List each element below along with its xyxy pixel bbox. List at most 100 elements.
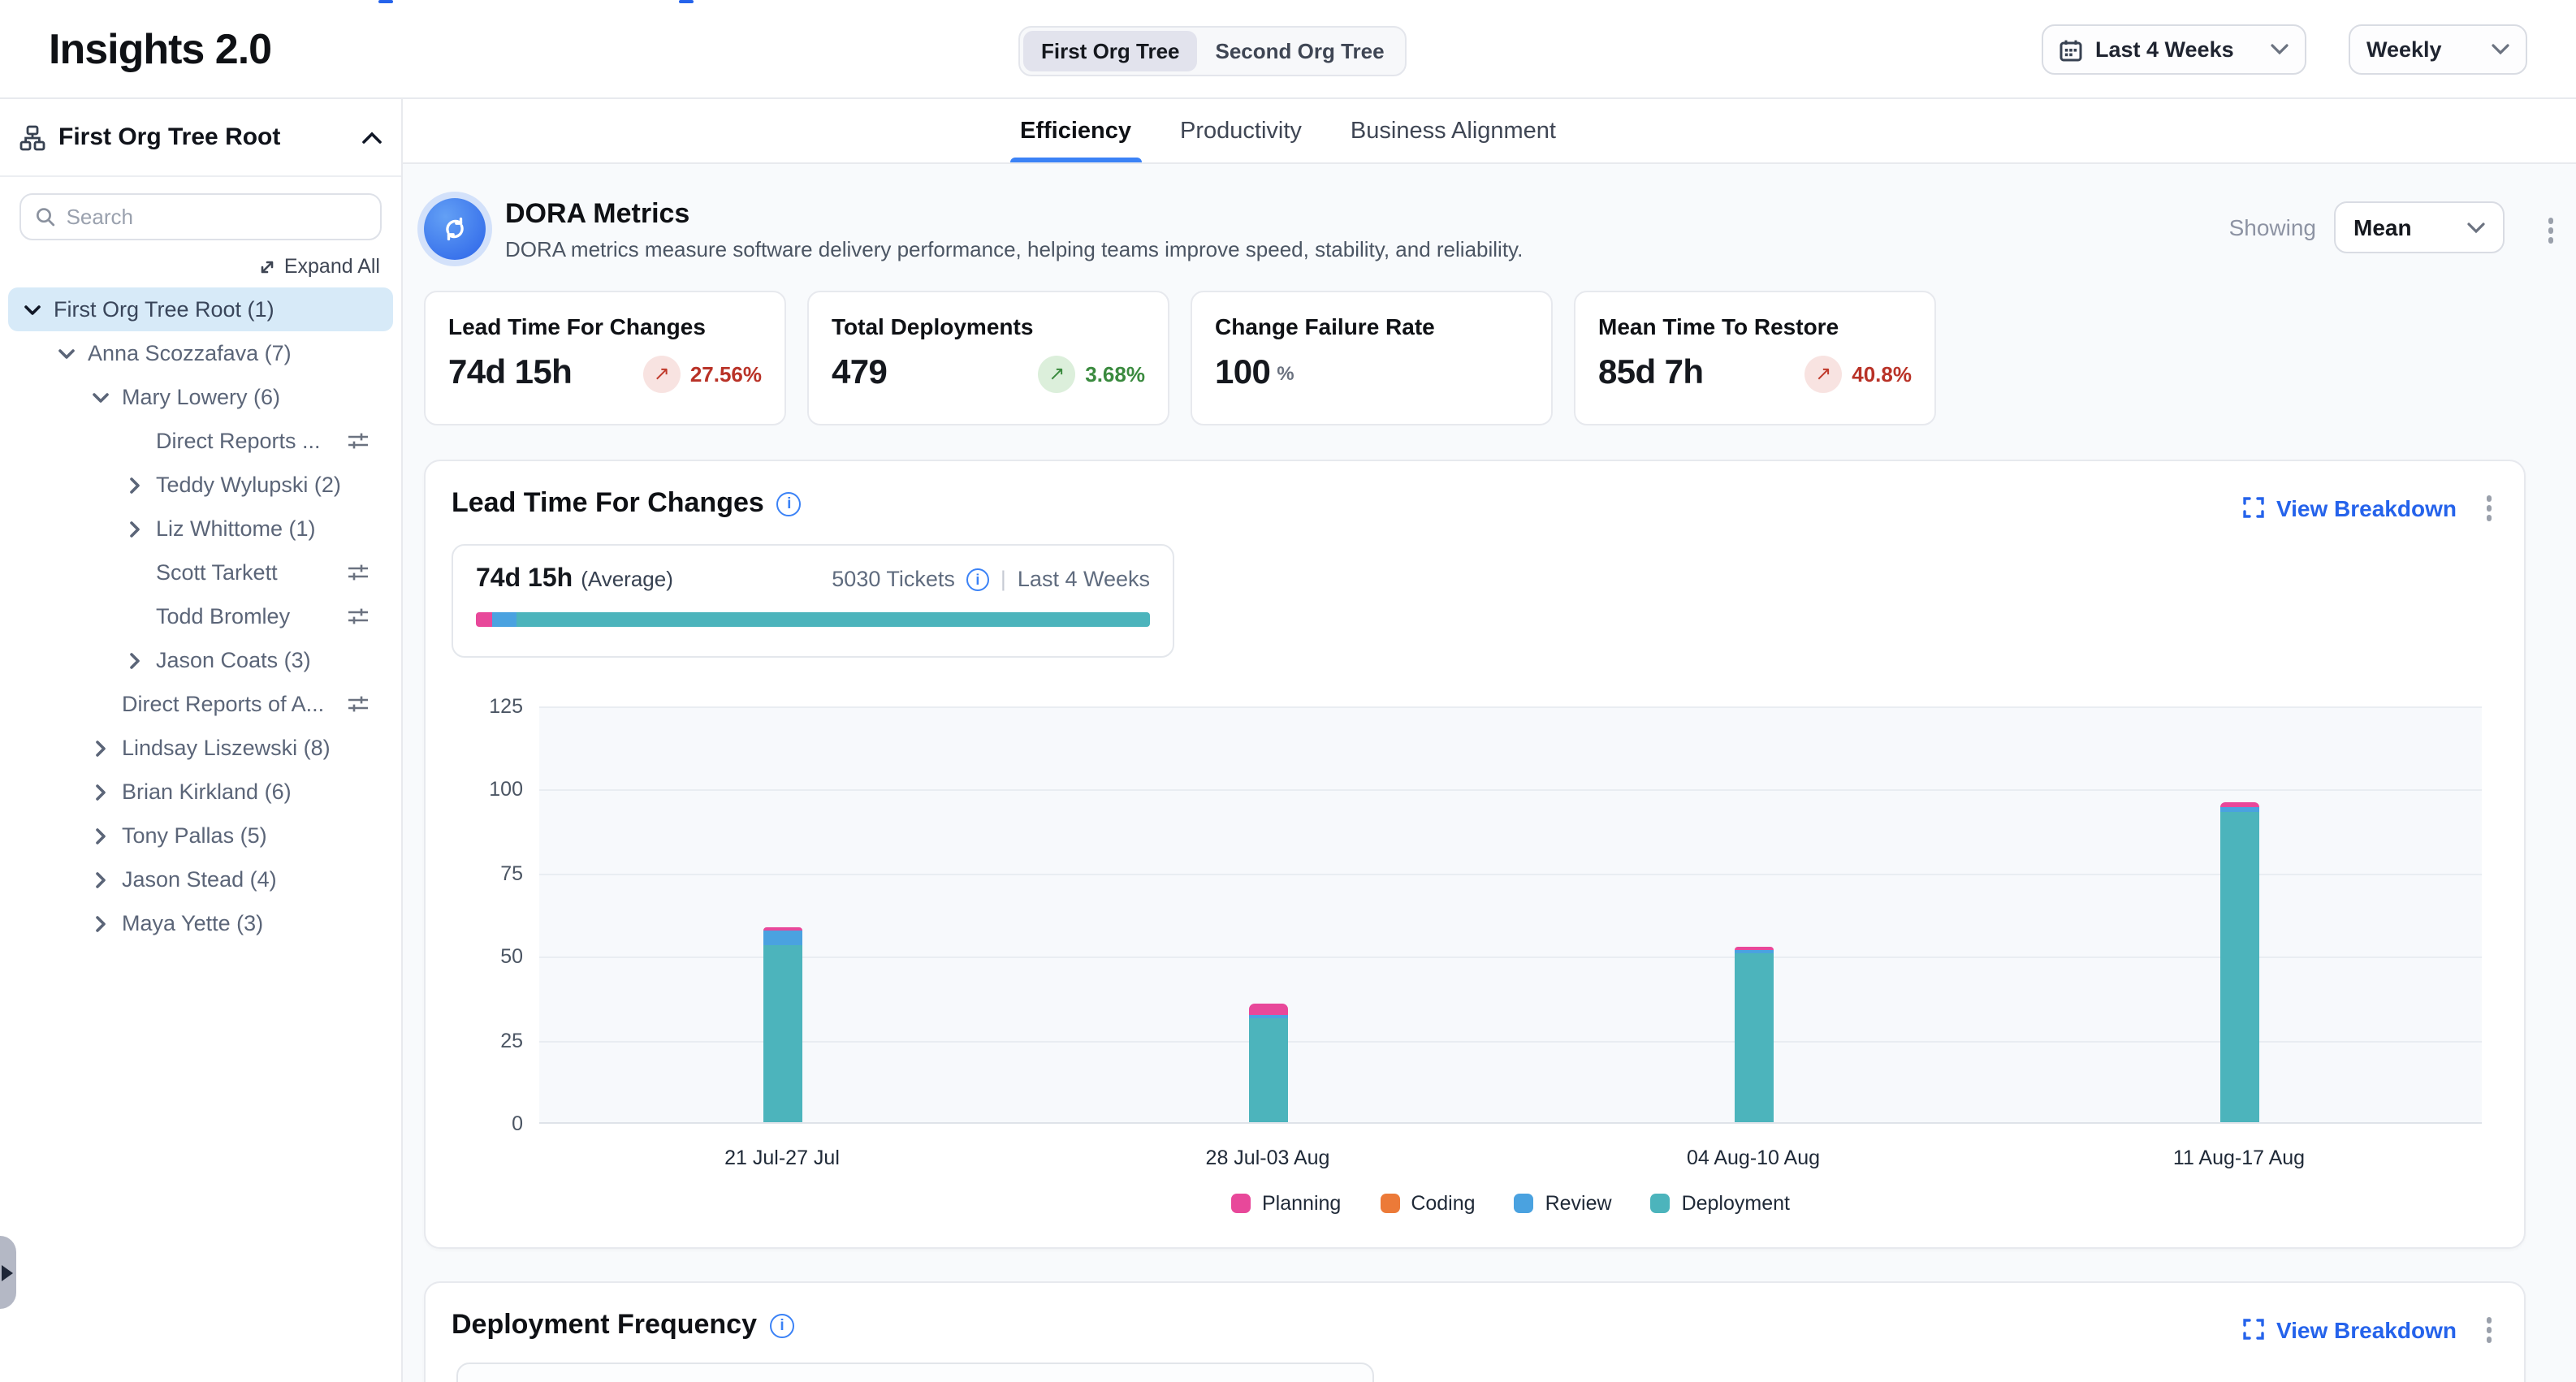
stacked-bar-21-jul-27-jul[interactable] bbox=[763, 928, 802, 1122]
tree-item-scott-tarkett[interactable]: Scott Tarkett bbox=[8, 551, 393, 594]
gridline bbox=[539, 706, 2482, 708]
tree-item-direct-reports-of-a[interactable]: Direct Reports of A... bbox=[8, 682, 393, 726]
bar-segment-deployment bbox=[1248, 1017, 1287, 1122]
org-tree: First Org Tree Root (1)Anna Scozzafava (… bbox=[0, 287, 401, 945]
expand-all-button[interactable]: Expand All bbox=[21, 255, 380, 278]
tree-item-liz-whittome-1[interactable]: Liz Whittome (1) bbox=[8, 507, 393, 551]
chevron-right-icon[interactable] bbox=[93, 784, 109, 800]
tree-item-label: Brian Kirkland (6) bbox=[122, 780, 292, 804]
granularity-dropdown[interactable]: Weekly bbox=[2349, 24, 2527, 75]
tree-item-label: Jason Coats (3) bbox=[156, 648, 311, 672]
tree-item-todd-bromley[interactable]: Todd Bromley bbox=[8, 594, 393, 638]
stacked-bar-28-jul-03-aug[interactable] bbox=[1248, 1004, 1287, 1122]
chevron-right-icon[interactable] bbox=[127, 520, 143, 537]
legend-swatch bbox=[1380, 1194, 1399, 1213]
metric-title: Mean Time To Restore bbox=[1598, 313, 1912, 339]
tab-productivity[interactable]: Productivity bbox=[1180, 99, 1302, 162]
metric-delta: 3.68% bbox=[1085, 361, 1145, 386]
chevron-right-icon[interactable] bbox=[93, 827, 109, 844]
chevron-down-icon[interactable] bbox=[24, 301, 41, 317]
chevron-right-icon[interactable] bbox=[127, 652, 143, 668]
date-range-dropdown[interactable]: Last 4 Weeks bbox=[2042, 24, 2306, 75]
info-icon[interactable]: i bbox=[777, 491, 802, 516]
caret-right-icon bbox=[2, 1264, 13, 1281]
info-icon[interactable]: i bbox=[966, 568, 989, 590]
metric-title: Change Failure Rate bbox=[1215, 313, 1528, 339]
tree-item-jason-coats-3[interactable]: Jason Coats (3) bbox=[8, 638, 393, 682]
showing-label: Showing bbox=[2229, 214, 2316, 240]
filter-sliders-icon[interactable] bbox=[346, 604, 370, 628]
view-breakdown-button[interactable]: View Breakdown bbox=[2244, 1317, 2457, 1343]
tree-item-tony-pallas-5[interactable]: Tony Pallas (5) bbox=[8, 814, 393, 857]
chevron-down-icon[interactable] bbox=[93, 389, 109, 405]
metric-value: 74d 15h bbox=[448, 354, 572, 393]
view-breakdown-label: View Breakdown bbox=[2276, 495, 2457, 521]
tree-item-label: Todd Bromley bbox=[156, 604, 290, 628]
lead-time-menu-button[interactable] bbox=[2479, 489, 2498, 527]
y-axis-tick-label: 100 bbox=[458, 779, 523, 801]
legend-item-review[interactable]: Review bbox=[1515, 1192, 1612, 1215]
tree-item-label: Jason Stead (4) bbox=[122, 867, 277, 892]
legend-item-planning[interactable]: Planning bbox=[1231, 1192, 1341, 1215]
lead-time-summary-card: 74d 15h (Average) 5030 Tickets i | Last … bbox=[452, 544, 1174, 658]
granularity-value: Weekly bbox=[2366, 37, 2442, 62]
collapse-chevron-up-icon[interactable] bbox=[362, 131, 382, 144]
sidebar-flyout-handle[interactable] bbox=[0, 1236, 16, 1309]
bar-segment-deployment bbox=[763, 945, 802, 1122]
gridline bbox=[539, 790, 2482, 792]
dora-menu-button[interactable] bbox=[2541, 211, 2560, 249]
chevron-right-icon[interactable] bbox=[93, 915, 109, 931]
chevron-right-icon[interactable] bbox=[93, 740, 109, 756]
tree-item-mary-lowery-6[interactable]: Mary Lowery (6) bbox=[8, 375, 393, 419]
org-tree-icon bbox=[19, 124, 45, 150]
metric-value: 85d 7h bbox=[1598, 354, 1703, 393]
tree-item-direct-reports[interactable]: Direct Reports ... bbox=[8, 419, 393, 463]
sidebar-search[interactable] bbox=[19, 193, 382, 240]
filter-sliders-icon[interactable] bbox=[346, 429, 370, 453]
org-toggle-first-org-tree[interactable]: First Org Tree bbox=[1023, 31, 1198, 71]
tree-item-label: Lindsay Liszewski (8) bbox=[122, 736, 331, 760]
metric-value: 100 bbox=[1215, 354, 1270, 393]
aggregation-dropdown[interactable]: Mean bbox=[2334, 201, 2505, 253]
stacked-bar-11-aug-17-aug[interactable] bbox=[2219, 803, 2258, 1122]
tab-business-alignment[interactable]: Business Alignment bbox=[1351, 99, 1556, 162]
gridline bbox=[539, 1040, 2482, 1042]
main-content: DORA Metrics DORA metrics measure softwa… bbox=[403, 164, 2576, 1382]
info-icon[interactable]: i bbox=[770, 1313, 794, 1337]
tree-item-jason-stead-4[interactable]: Jason Stead (4) bbox=[8, 857, 393, 901]
phase-distribution-bar bbox=[476, 612, 1150, 627]
main-tab-bar: Efficiency Productivity Business Alignment bbox=[403, 99, 2576, 164]
y-axis-tick-label: 125 bbox=[458, 695, 523, 718]
tree-item-first-org-tree-root-1[interactable]: First Org Tree Root (1) bbox=[8, 287, 393, 331]
date-range-value: Last 4 Weeks bbox=[2095, 37, 2234, 62]
chevron-right-icon[interactable] bbox=[93, 871, 109, 888]
tree-item-lindsay-liszewski-8[interactable]: Lindsay Liszewski (8) bbox=[8, 726, 393, 770]
deployment-frequency-panel: Deployment Frequency i View Breakdown bbox=[424, 1281, 2526, 1382]
tree-item-teddy-wylupski-2[interactable]: Teddy Wylupski (2) bbox=[8, 463, 393, 507]
view-breakdown-button[interactable]: View Breakdown bbox=[2244, 495, 2457, 521]
tree-item-brian-kirkland-6[interactable]: Brian Kirkland (6) bbox=[8, 770, 393, 814]
chevron-down-icon[interactable] bbox=[58, 345, 75, 361]
org-toggle-second-org-tree[interactable]: Second Org Tree bbox=[1198, 31, 1403, 71]
trend-up-arrow-icon: ↗ bbox=[1038, 355, 1075, 392]
tree-item-anna-scozzafava-7[interactable]: Anna Scozzafava (7) bbox=[8, 331, 393, 375]
metric-card-total-deployments: Total Deployments479↗3.68% bbox=[807, 291, 1169, 425]
tab-efficiency[interactable]: Efficiency bbox=[1020, 99, 1131, 162]
search-input[interactable] bbox=[67, 205, 365, 229]
legend-item-coding[interactable]: Coding bbox=[1380, 1192, 1475, 1215]
tree-item-maya-yette-3[interactable]: Maya Yette (3) bbox=[8, 901, 393, 945]
y-axis-tick-label: 0 bbox=[458, 1112, 523, 1135]
stacked-bar-04-aug-10-aug[interactable] bbox=[1734, 948, 1773, 1122]
legend-label: Coding bbox=[1411, 1192, 1475, 1215]
filter-sliders-icon[interactable] bbox=[346, 560, 370, 585]
summary-value: 74d 15h bbox=[476, 565, 573, 594]
clipped-glyph bbox=[378, 0, 393, 3]
page-title: Insights 2.0 bbox=[49, 24, 271, 74]
deployment-frequency-menu-button[interactable] bbox=[2479, 1311, 2498, 1349]
dora-metrics-header: DORA Metrics DORA metrics measure softwa… bbox=[424, 198, 2550, 261]
filter-sliders-icon[interactable] bbox=[346, 692, 370, 716]
legend-item-deployment[interactable]: Deployment bbox=[1651, 1192, 1790, 1215]
sidebar-header: First Org Tree Root bbox=[0, 99, 401, 177]
org-tree-toggle[interactable]: First Org TreeSecond Org Tree bbox=[1018, 26, 1407, 76]
chevron-right-icon[interactable] bbox=[127, 477, 143, 493]
